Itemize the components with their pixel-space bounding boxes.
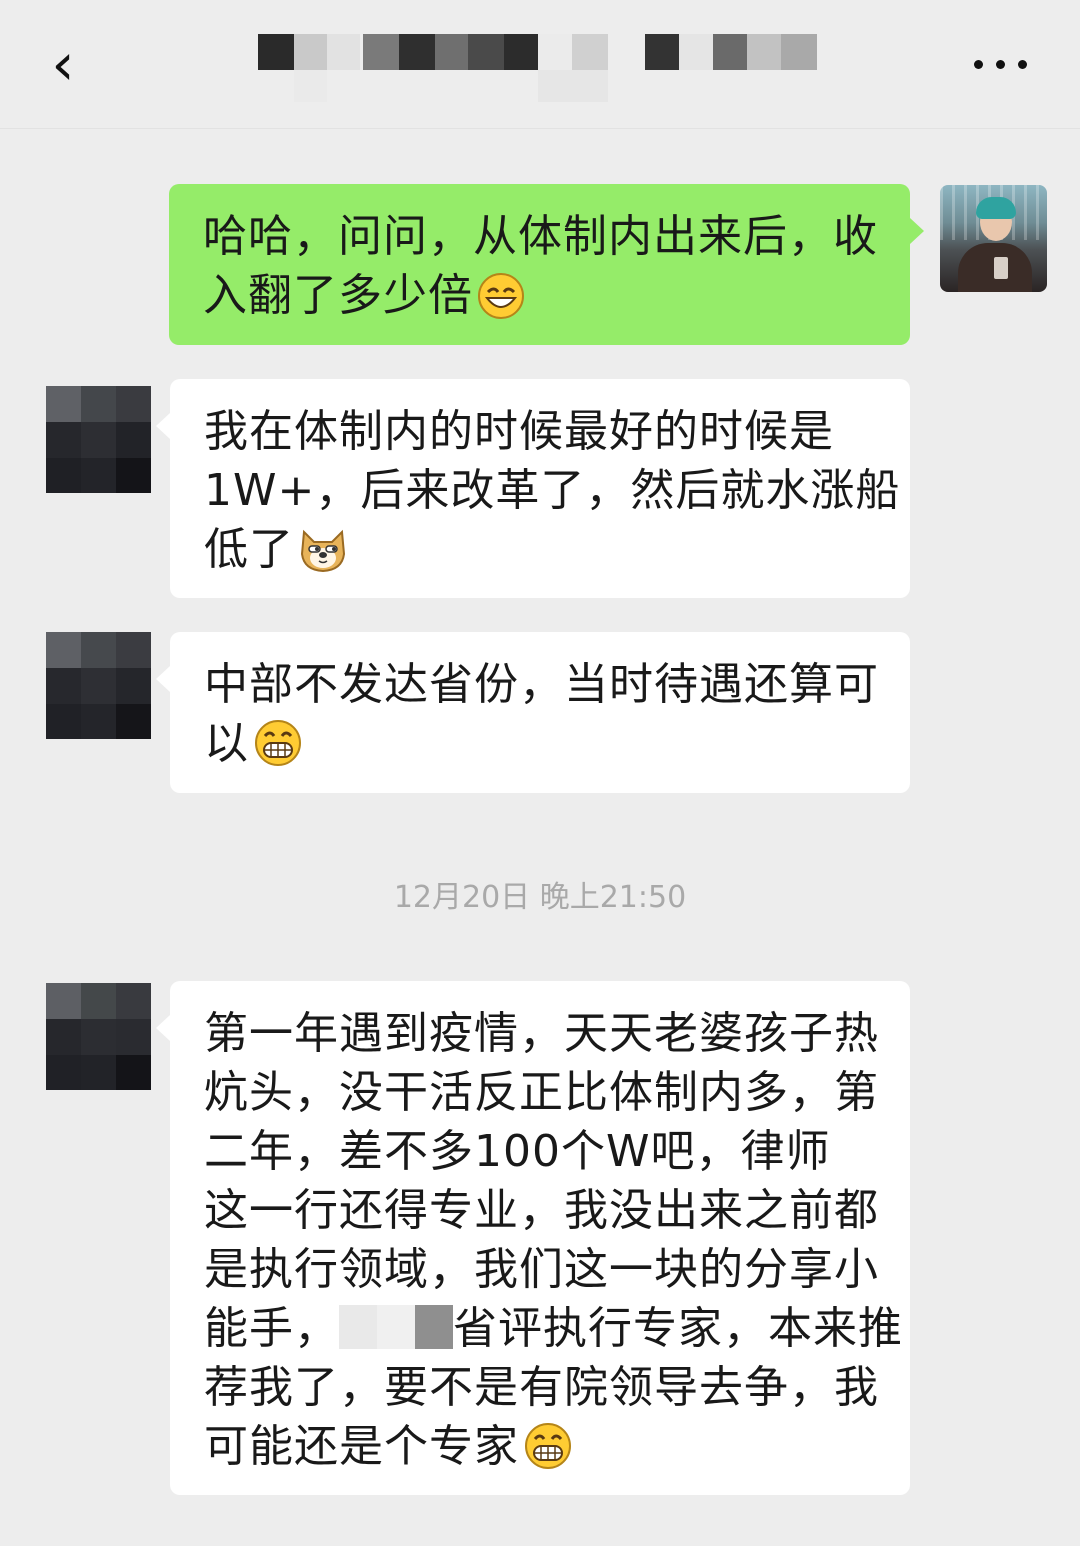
grimacing-grin-icon [525, 1423, 571, 1469]
message-line: 第一年遇到疫情，天天老婆孩子热 [204, 1008, 879, 1059]
chevron-left-icon[interactable]: ‹ [38, 34, 88, 94]
chat-title-redacted [258, 34, 820, 102]
message-line: 入翻了多少倍 [203, 266, 876, 325]
message-line: 我在体制内的时候最好的时候是 [204, 406, 834, 457]
bubble-tail [156, 1015, 170, 1041]
message-line: 荐我了，要不是有院领导去争，我 [204, 1362, 879, 1413]
more-dots-icon[interactable] [974, 56, 1030, 74]
grimacing-grin-icon [255, 720, 301, 766]
contact-avatar-redacted[interactable] [46, 632, 151, 739]
message-bubble-outgoing[interactable]: 哈哈，问问，从体制内出来后，收 入翻了多少倍 [169, 184, 924, 345]
bubble-tail [156, 666, 170, 692]
message-line: 能手， 省评执行专家，本来推 [204, 1303, 903, 1354]
message-line: 可能还是个专家 [204, 1417, 876, 1476]
message-line: 是执行领域，我们这一块的分享小 [204, 1244, 879, 1295]
message-line: 以 [204, 714, 876, 773]
message-line: 1W+，后来改革了，然后就水涨船 [204, 465, 901, 516]
my-avatar[interactable] [940, 185, 1047, 292]
doge-icon [300, 529, 346, 573]
redacted-text [339, 1305, 453, 1349]
chat-header: ‹ [0, 0, 1080, 129]
chat-timestamp: 12月20日 晚上21:50 [393, 880, 687, 915]
contact-avatar-redacted[interactable] [46, 983, 151, 1090]
message-line: 二年，差不多100个W吧，律师 [204, 1126, 831, 1177]
message-line: 炕头，没干活反正比体制内多，第 [204, 1067, 879, 1118]
bubble-tail [910, 218, 924, 244]
message-line: 这一行还得专业，我没出来之前都 [204, 1185, 879, 1236]
message-line: 哈哈，问问，从体制内出来后，收 [203, 211, 878, 262]
message-line: 低了 [204, 520, 876, 579]
bubble-tail [156, 413, 170, 439]
message-bubble-incoming[interactable]: 第一年遇到疫情，天天老婆孩子热 炕头，没干活反正比体制内多，第 二年，差不多10… [156, 981, 910, 1495]
grinning-face-icon [478, 273, 524, 319]
message-bubble-incoming[interactable]: 中部不发达省份，当时待遇还算可 以 [156, 632, 910, 793]
message-line: 中部不发达省份，当时待遇还算可 [204, 659, 879, 710]
contact-avatar-redacted[interactable] [46, 386, 151, 493]
message-bubble-incoming[interactable]: 我在体制内的时候最好的时候是 1W+，后来改革了，然后就水涨船 低了 [156, 379, 910, 598]
